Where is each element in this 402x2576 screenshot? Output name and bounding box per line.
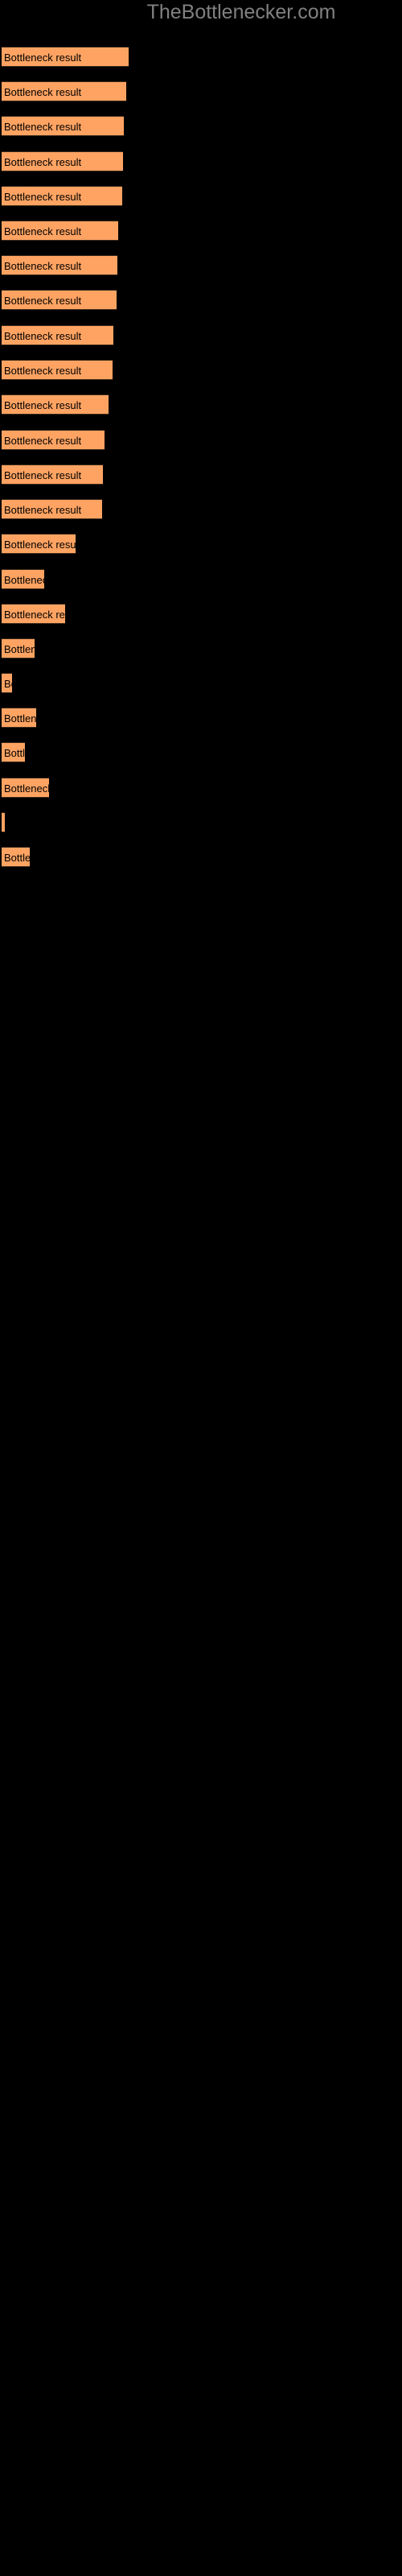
bar-label: Bottleneck result (4, 191, 82, 203)
bar-label: Bottleneck result (4, 539, 76, 551)
bar[interactable]: Bottleneck result (2, 499, 102, 519)
bar-label: Bottleneck result (4, 504, 82, 516)
bar-label: Bottleneck result (4, 678, 12, 690)
bar[interactable]: Bottleneck result (2, 81, 126, 101)
bar[interactable]: Bottleneck result (2, 255, 117, 275)
bar-label: Bottleneck result (4, 852, 30, 864)
bar-label: Bottleneck result (4, 330, 82, 342)
bar[interactable]: Bottleneck result (2, 673, 12, 693)
bar-label: Bottleneck result (4, 86, 82, 98)
bar[interactable]: Bottleneck result (2, 847, 30, 867)
bar-label: Bottleneck result (4, 712, 36, 724)
bar[interactable]: Bottleneck result (2, 464, 103, 485)
bar-label: Bottleneck result (4, 782, 49, 795)
bar[interactable]: Bottleneck result (2, 290, 117, 310)
bar[interactable]: Bottleneck result (2, 394, 109, 415)
bar[interactable]: Bottleneck result (2, 708, 36, 728)
bar-label: Bottleneck result (4, 156, 82, 168)
bar[interactable]: Bottleneck result (2, 638, 35, 658)
bar[interactable]: Bottleneck result (2, 742, 25, 762)
bar-label: Bottleneck result (4, 365, 82, 377)
bar[interactable]: Bottleneck result (2, 186, 122, 206)
bar-label: Bottleneck result (4, 295, 82, 307)
bar-label: Bottleneck result (4, 574, 44, 586)
bottleneck-bar-chart: Bottleneck result Bottleneck result Bottle… (0, 0, 402, 2576)
bar[interactable]: Bottleneck result (2, 116, 124, 136)
bar[interactable]: Bottleneck result (2, 778, 49, 798)
bar[interactable]: Bottleneck result (2, 430, 105, 450)
bar-label: Bottleneck result (4, 260, 82, 272)
bar-label: Bottleneck result (4, 469, 82, 481)
bar-label: Bottleneck result (4, 121, 82, 133)
bar[interactable]: Bottleneck result (2, 325, 113, 345)
bar[interactable]: Bottleneck result (2, 47, 129, 67)
bar[interactable]: Bottleneck result (2, 534, 76, 554)
bar-label: Bottleneck result (4, 813, 5, 832)
bar[interactable]: Bottleneck result (2, 360, 113, 380)
bar[interactable]: Bottleneck result (2, 151, 123, 171)
bar-label: Bottleneck result (4, 52, 82, 64)
bar[interactable]: Bottleneck result (2, 569, 44, 589)
bar[interactable]: Bottleneck result (2, 604, 65, 624)
bar-label: Bottleneck result (4, 399, 82, 411)
page-root: TheBottlenecker.com Bottleneck result Bot… (0, 0, 402, 2576)
bar[interactable]: Bottleneck result (2, 221, 118, 241)
bar-label: Bottleneck result (4, 609, 65, 621)
bar-label: Bottleneck result (4, 435, 82, 447)
bar[interactable]: Bottleneck result (2, 812, 5, 832)
bar-label: Bottleneck result (4, 643, 35, 655)
bar-label: Bottleneck result (4, 747, 25, 759)
bar-label: Bottleneck result (4, 225, 82, 237)
